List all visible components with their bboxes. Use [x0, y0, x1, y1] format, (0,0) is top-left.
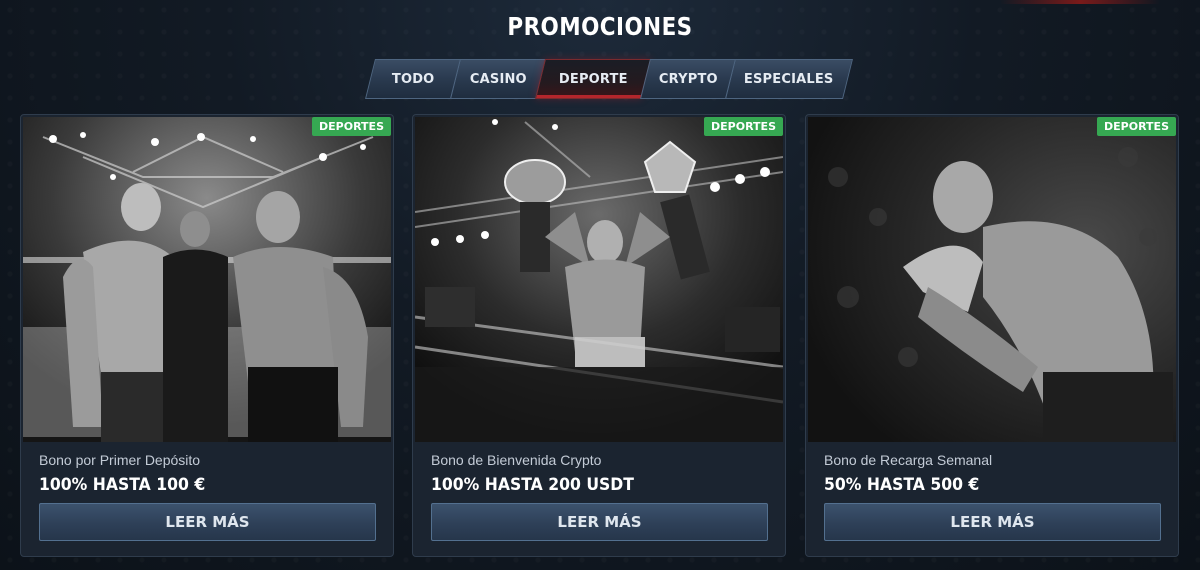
- promo-category-tabs: TODO CASINO DEPORTE CRYPTO ESPECIALES: [365, 59, 853, 99]
- tab-deporte[interactable]: DEPORTE: [535, 59, 651, 99]
- read-more-button[interactable]: LEER MÁS: [824, 503, 1161, 541]
- champion-belts-photo: [415, 117, 783, 442]
- read-more-button[interactable]: LEER MÁS: [431, 503, 768, 541]
- promo-amount: 100% HASTA 100 €: [39, 475, 206, 495]
- promo-amount: 50% HASTA 500 €: [824, 475, 980, 495]
- tab-label: TODO: [391, 71, 435, 87]
- promo-card: DEPORTES Bono por Primer Depósito 100% H…: [20, 114, 394, 557]
- read-more-button[interactable]: LEER MÁS: [39, 503, 376, 541]
- fighter-guard-photo: [808, 117, 1176, 442]
- tab-especiales[interactable]: ESPECIALES: [725, 59, 853, 99]
- fighters-faceoff-photo: [23, 117, 391, 442]
- tab-label: CRYPTO: [658, 71, 718, 87]
- top-accent-line: [1000, 0, 1160, 4]
- category-badge: DEPORTES: [312, 117, 391, 136]
- tab-label: ESPECIALES: [744, 71, 834, 87]
- tab-casino[interactable]: CASINO: [450, 59, 546, 99]
- tab-label: DEPORTE: [558, 71, 628, 87]
- promo-card: DEPORTES Bono de Recarga Semanal 50% HAS…: [805, 114, 1179, 557]
- tab-todo[interactable]: TODO: [365, 59, 461, 99]
- page-title: PROMOCIONES: [507, 12, 693, 41]
- category-badge: DEPORTES: [1097, 117, 1176, 136]
- promo-subtitle: Bono por Primer Depósito: [39, 452, 201, 468]
- tab-crypto[interactable]: CRYPTO: [640, 59, 736, 99]
- tab-label: CASINO: [469, 71, 527, 87]
- category-badge: DEPORTES: [704, 117, 783, 136]
- promo-subtitle: Bono de Bienvenida Crypto: [431, 452, 602, 468]
- promo-subtitle: Bono de Recarga Semanal: [824, 452, 993, 468]
- promo-amount: 100% HASTA 200 USDT: [431, 475, 634, 495]
- promo-card: DEPORTES Bono de Bienvenida Crypto 100% …: [412, 114, 786, 557]
